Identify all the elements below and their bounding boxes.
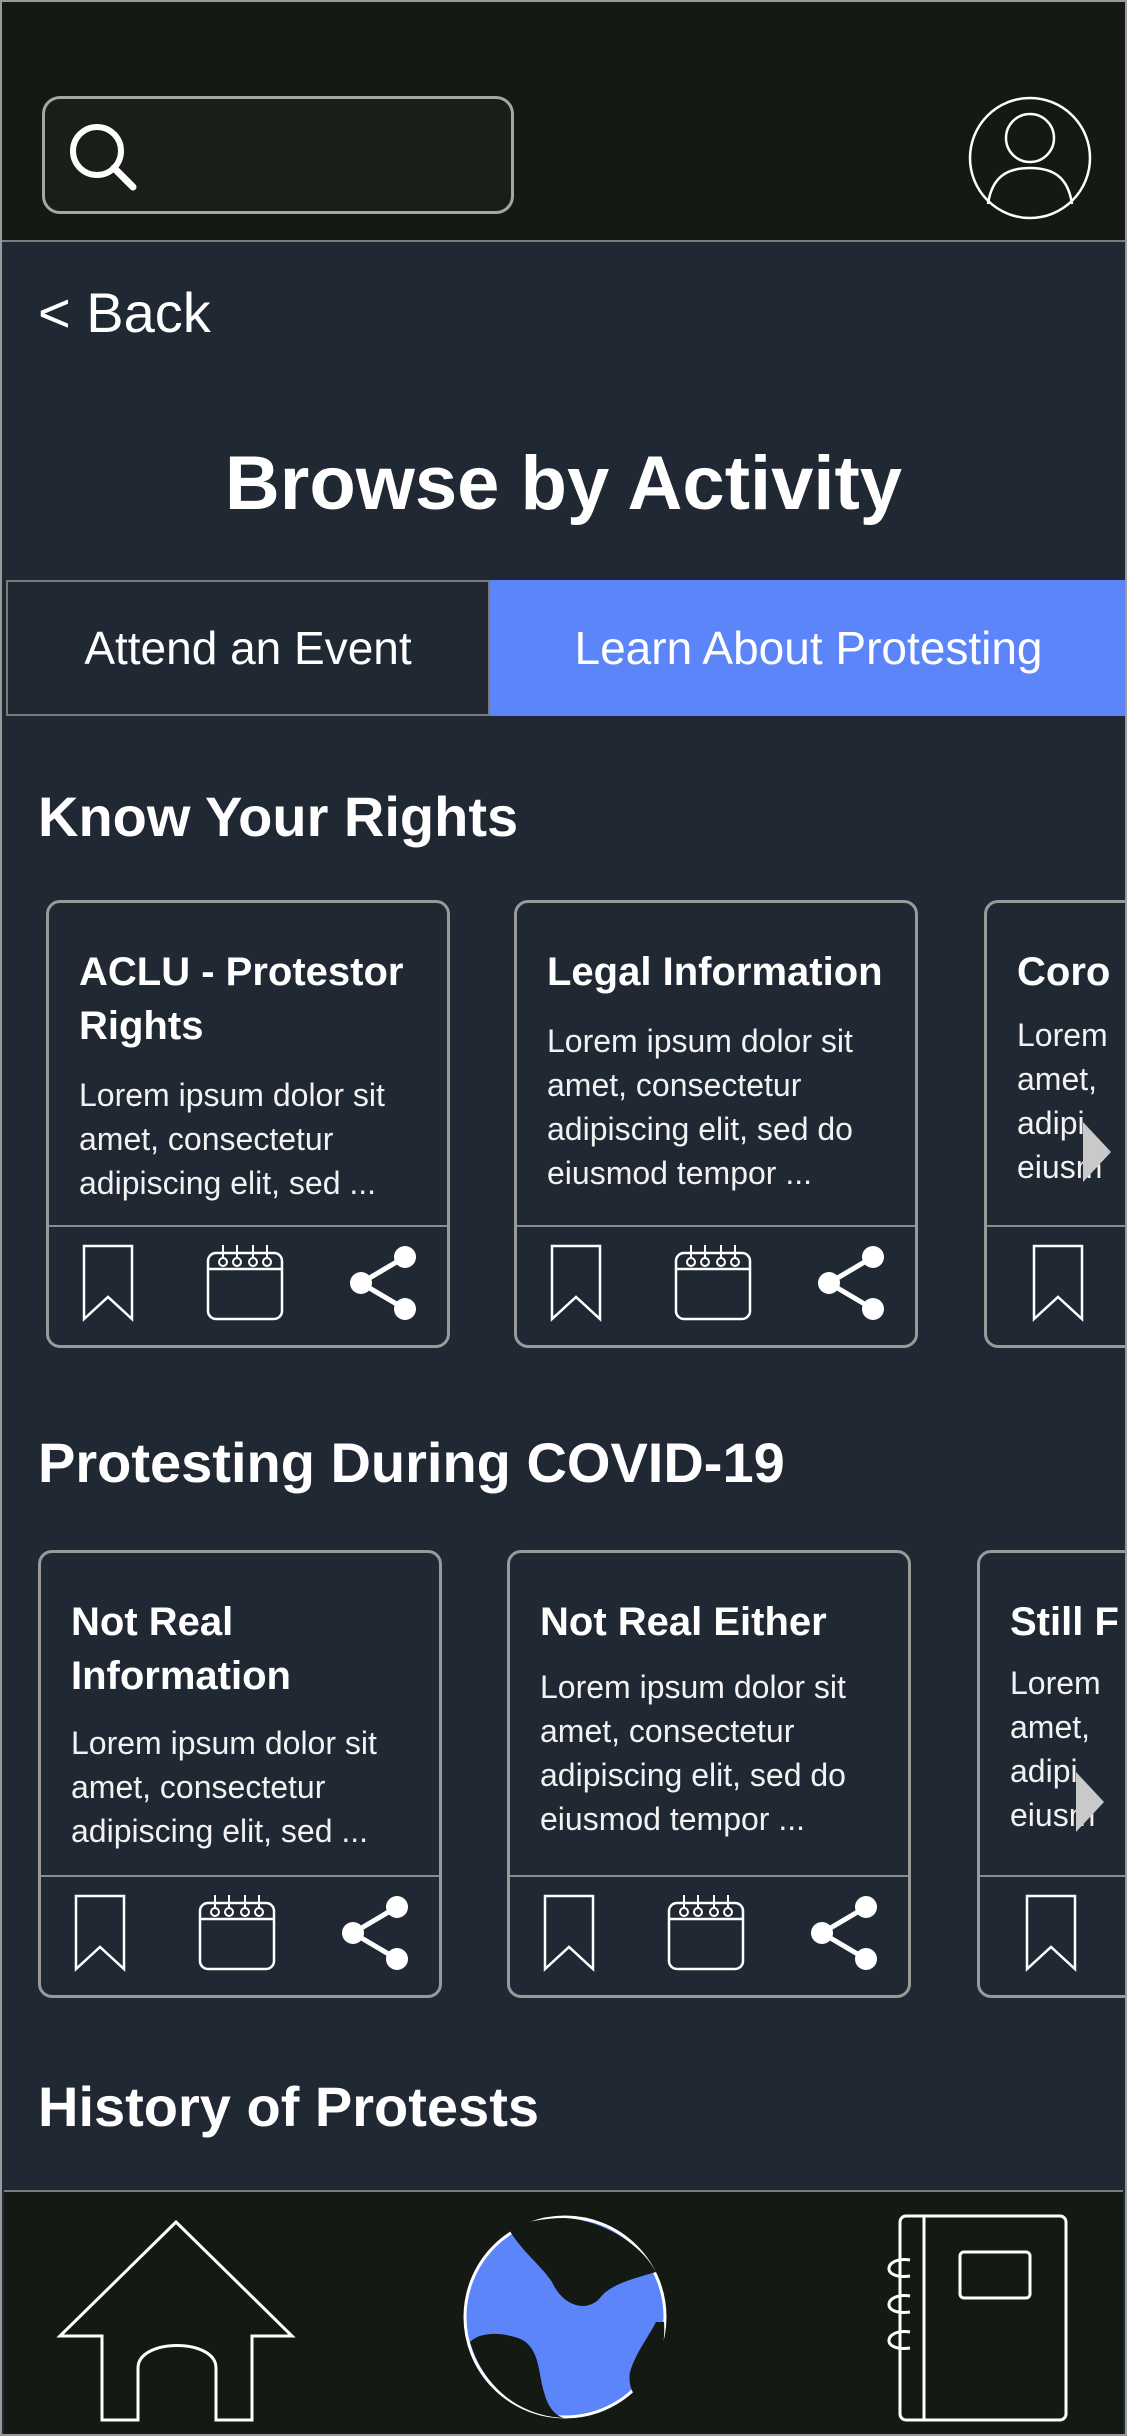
bookmark-icon[interactable]	[549, 1243, 603, 1323]
bookmark-icon[interactable]	[81, 1243, 135, 1323]
section-heading: Protesting During COVID-19	[38, 1431, 785, 1494]
card-title: Still F	[1010, 1600, 1119, 1644]
card-title: ACLU - Protestor Rights	[79, 950, 404, 1048]
card-carousel: ACLU - Protestor Rights Lorem ipsum dolo…	[0, 900, 1127, 1352]
resource-card[interactable]: Still F Lorem amet, adipi eiusm	[977, 1550, 1127, 1998]
section-heading: History of Protests	[38, 2075, 539, 2138]
card-description: Lorem ipsum dolor sit amet, consectetur …	[71, 1725, 377, 1849]
share-icon[interactable]	[815, 1243, 887, 1323]
search-input[interactable]	[149, 109, 499, 201]
resource-card[interactable]: Not Real Either Lorem ipsum dolor sit am…	[507, 1550, 911, 1998]
share-icon[interactable]	[347, 1243, 419, 1323]
card-divider	[980, 1875, 1127, 1877]
tab-bar: Attend an Event Learn About Protesting	[6, 580, 1127, 716]
card-description: Lorem ipsum dolor sit amet, consectetur …	[547, 1023, 853, 1191]
resource-card[interactable]: ACLU - Protestor Rights Lorem ipsum dolo…	[46, 900, 450, 1348]
chevron-right-icon[interactable]	[1076, 1772, 1104, 1832]
search-box[interactable]	[42, 96, 514, 214]
share-icon[interactable]	[808, 1893, 880, 1973]
profile-icon[interactable]	[968, 96, 1092, 220]
calendar-icon[interactable]	[205, 1243, 285, 1323]
card-description: Lorem ipsum dolor sit amet, consectetur …	[79, 1077, 385, 1201]
card-title: Not Real Information	[71, 1600, 291, 1698]
bottom-nav-bar	[4, 2190, 1123, 2436]
bookmark-icon[interactable]	[1031, 1243, 1085, 1323]
notebook-icon[interactable]	[874, 2212, 1074, 2424]
bookmark-icon[interactable]	[542, 1893, 596, 1973]
globe-icon[interactable]	[460, 2212, 670, 2422]
card-title: Coro	[1017, 950, 1111, 994]
tab-attend-an-event[interactable]: Attend an Event	[6, 580, 490, 716]
resource-card[interactable]: Legal Information Lorem ipsum dolor sit …	[514, 900, 918, 1348]
bookmark-icon[interactable]	[1024, 1893, 1078, 1973]
search-icon[interactable]	[63, 117, 143, 197]
card-divider	[41, 1875, 439, 1877]
chevron-right-icon[interactable]	[1083, 1122, 1111, 1182]
card-title: Not Real Either	[540, 1600, 827, 1644]
calendar-icon[interactable]	[673, 1243, 753, 1323]
card-divider	[510, 1875, 908, 1877]
card-divider	[49, 1225, 447, 1227]
top-bar	[0, 0, 1127, 242]
calendar-icon[interactable]	[197, 1893, 277, 1973]
card-divider	[987, 1225, 1127, 1227]
back-link[interactable]: < Back	[38, 280, 211, 345]
resource-card[interactable]: Not Real Information Lorem ipsum dolor s…	[38, 1550, 442, 1998]
share-icon[interactable]	[339, 1893, 411, 1973]
section-heading: Know Your Rights	[38, 785, 519, 848]
card-description: Lorem ipsum dolor sit amet, consectetur …	[540, 1669, 846, 1837]
tab-learn-about-protesting[interactable]: Learn About Protesting	[490, 580, 1127, 716]
card-carousel: Not Real Information Lorem ipsum dolor s…	[0, 1550, 1127, 2002]
card-divider	[517, 1225, 915, 1227]
calendar-icon[interactable]	[666, 1893, 746, 1973]
home-icon[interactable]	[56, 2218, 298, 2424]
page-title: Browse by Activity	[224, 441, 903, 526]
bookmark-icon[interactable]	[73, 1893, 127, 1973]
card-title: Legal Information	[547, 950, 883, 994]
